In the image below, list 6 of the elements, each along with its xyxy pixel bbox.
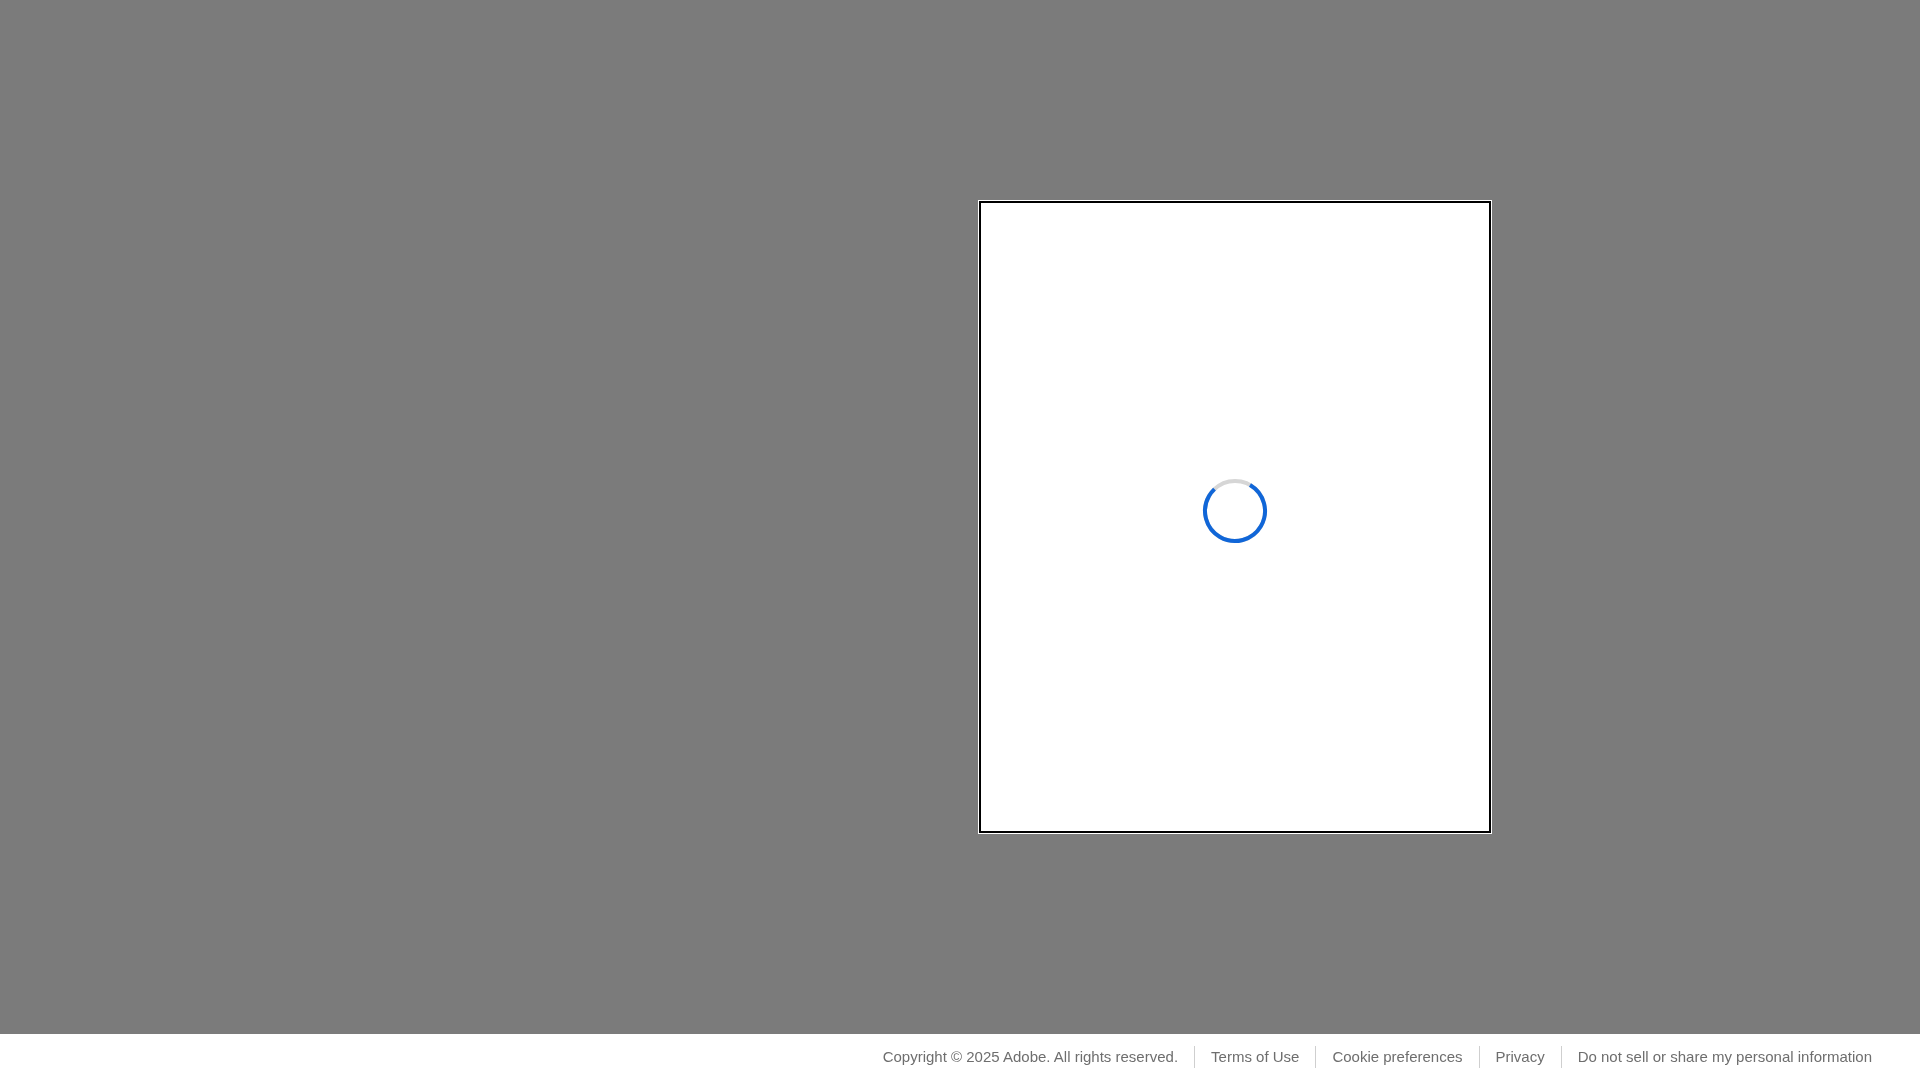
- footer-link[interactable]: Do not sell or share my personal information: [1560, 1046, 1888, 1068]
- footer-link[interactable]: Terms of Use: [1194, 1046, 1316, 1068]
- copyright-text: Copyright © 2025 Adobe. All rights reserved.: [881, 1046, 1180, 1067]
- loading-spinner-icon: [1201, 477, 1269, 545]
- footer-link[interactable]: Privacy: [1478, 1046, 1561, 1068]
- footer-link[interactable]: Cookie preferences: [1315, 1046, 1479, 1068]
